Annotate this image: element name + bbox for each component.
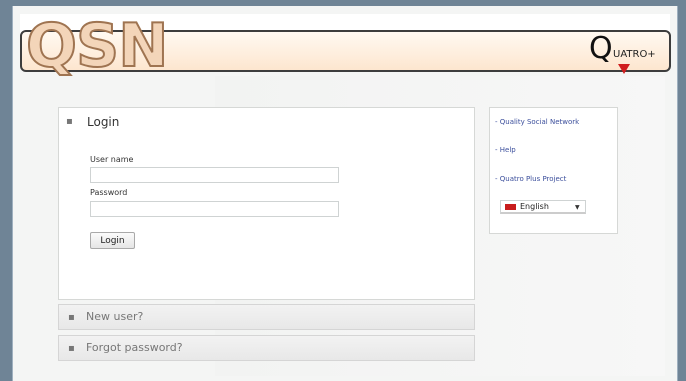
bullet-icon: ▪ (68, 312, 75, 323)
login-title[interactable]: Login (87, 115, 119, 129)
quatro-plus-logo: Q UATRO+ (589, 34, 659, 76)
sidebar-panel (489, 107, 618, 234)
quatro-logo-text: UATRO+ (613, 49, 656, 60)
bullet-icon: ▪ (66, 116, 73, 127)
language-value: English (520, 202, 549, 211)
username-field[interactable] (90, 167, 339, 183)
flag-icon (505, 204, 516, 210)
chevron-down-icon: ▼ (575, 204, 580, 211)
new-user-label[interactable]: New user? (86, 310, 143, 323)
login-button[interactable]: Login (90, 232, 135, 249)
language-select[interactable]: English ▼ (500, 200, 586, 214)
quatro-plus-project-link[interactable]: - Quatro Plus Project (495, 175, 566, 183)
password-field[interactable] (90, 201, 339, 217)
password-label: Password (90, 188, 128, 197)
username-label: User name (90, 155, 134, 164)
qsn-logo: QSN (25, 11, 169, 81)
forgot-password-label[interactable]: Forgot password? (86, 341, 183, 354)
triangle-icon (618, 64, 630, 74)
help-link[interactable]: - Help (495, 146, 516, 154)
quatro-logo-letter: Q (589, 31, 613, 66)
quality-social-network-link[interactable]: - Quality Social Network (495, 118, 579, 126)
bullet-icon: ▪ (68, 343, 75, 354)
